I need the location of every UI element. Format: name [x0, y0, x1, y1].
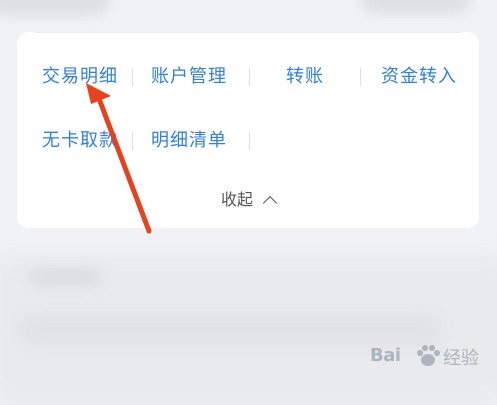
paw-icon — [417, 345, 440, 366]
watermark-brand: Bai — [370, 345, 401, 366]
watermark: Bai 经验 — [368, 338, 493, 374]
watermark-suffix: 经验 — [443, 348, 479, 369]
red-arrow-icon — [86, 83, 152, 234]
